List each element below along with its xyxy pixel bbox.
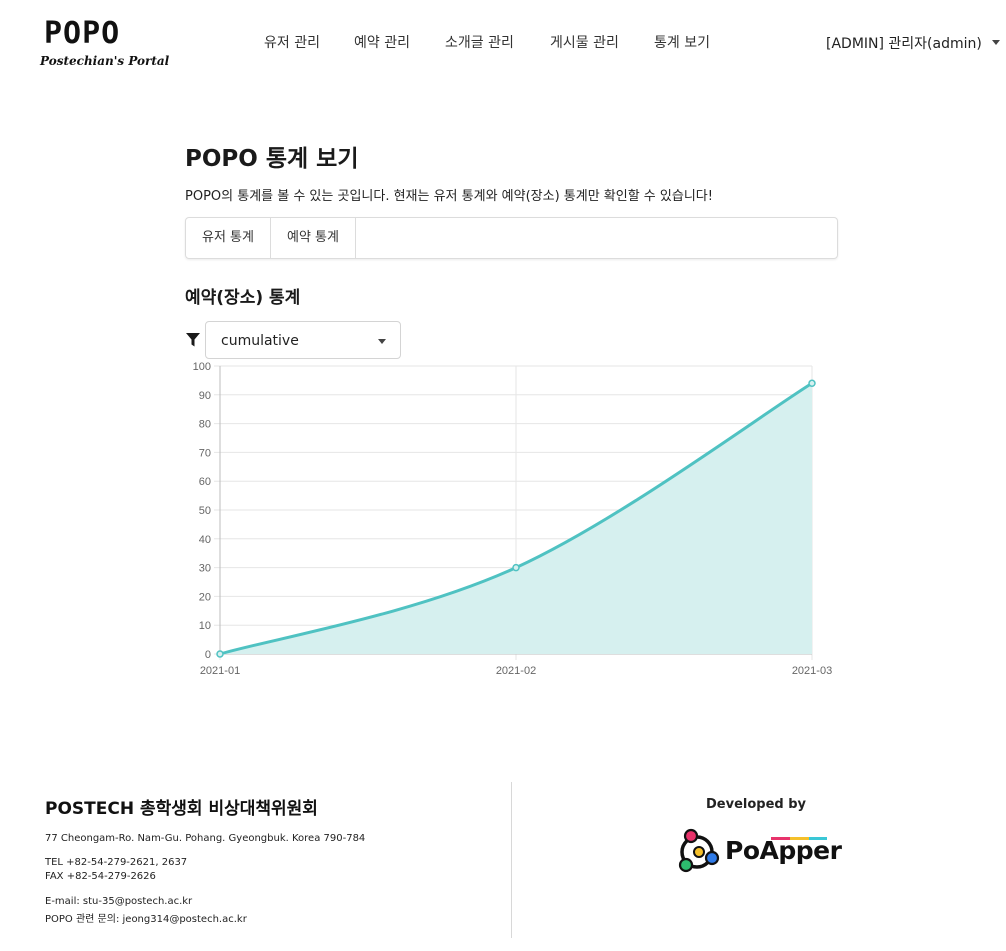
nav-item-statistics[interactable]: 통계 보기: [654, 32, 710, 52]
y-tick-label: 100: [193, 361, 211, 373]
x-tick-label: 2021-02: [496, 665, 536, 677]
footer-tel: TEL +82-54-279-2621, 2637: [45, 857, 188, 868]
y-tick-label: 0: [205, 649, 211, 661]
nav-item-post-management[interactable]: 게시물 관리: [550, 32, 619, 52]
x-tick-label: 2021-01: [200, 665, 240, 677]
y-tick-label: 60: [199, 476, 211, 488]
chevron-down-icon: [991, 39, 1000, 45]
section-title: 예약(장소) 통계: [185, 288, 301, 308]
filter-select-value: cumulative: [221, 333, 299, 349]
footer-address: 77 Cheongam-Ro. Nam-Gu. Pohang. Gyeongbu…: [45, 833, 366, 844]
user-menu-label: [ADMIN] 관리자(admin): [826, 36, 982, 52]
poapper-wordmark[interactable]: PoApper: [725, 836, 842, 865]
tab-user-stats[interactable]: 유저 통계: [186, 218, 271, 258]
stats-tabs: 유저 통계 예약 통계: [185, 217, 838, 259]
footer-divider: [511, 782, 512, 938]
filter-icon: [186, 333, 200, 347]
data-point: [808, 379, 816, 388]
nav-item-reservation-management[interactable]: 예약 관리: [354, 32, 410, 52]
logo-text: POPO: [44, 16, 121, 51]
reservation-chart: 0 10 20 30 40 50 60 70 80 90 100 2021-01 2021-02 2021…: [193, 361, 833, 677]
chevron-down-icon: [378, 339, 386, 344]
footer-fax: FAX +82-54-279-2626: [45, 871, 156, 882]
data-point: [512, 563, 520, 572]
y-tick-label: 90: [199, 390, 211, 402]
y-tick-label: 70: [199, 447, 211, 459]
y-tick-label: 80: [199, 419, 211, 431]
popo-logo[interactable]: POPO Postechian's Portal: [40, 14, 169, 74]
poapper-stripes: [771, 837, 827, 840]
page-title: POPO 통계 보기: [185, 146, 359, 172]
x-tick-label: 2021-03: [792, 665, 832, 677]
y-tick-label: 30: [199, 563, 211, 575]
user-menu[interactable]: [ADMIN] 관리자(admin): [826, 33, 1000, 53]
y-tick-label: 40: [199, 534, 211, 546]
developed-by-label: Developed by: [706, 797, 807, 812]
nav-item-intro-management[interactable]: 소개글 관리: [445, 32, 514, 52]
page-description: POPO의 통계를 볼 수 있는 곳입니다. 현재는 유저 통계와 예약(장소)…: [185, 189, 713, 204]
data-point: [216, 650, 224, 658]
site-header: POPO Postechian's Portal 유저 관리 예약 관리 소개글…: [0, 0, 1006, 90]
logo-subtitle: Postechian's Portal: [40, 54, 170, 68]
footer-contact: POPO 관련 문의: jeong314@postech.ac.kr: [45, 914, 247, 925]
footer-email: E-mail: stu-35@postech.ac.kr: [45, 896, 193, 907]
footer-org-name: POSTECH 총학생회 비상대책위원회: [45, 799, 318, 819]
nav-item-user-management[interactable]: 유저 관리: [264, 32, 320, 52]
tab-reservation-stats[interactable]: 예약 통계: [271, 218, 356, 258]
y-tick-label: 10: [199, 620, 211, 632]
poapper-logo-icon: [678, 828, 720, 873]
y-tick-label: 20: [199, 591, 211, 603]
y-tick-label: 50: [199, 505, 211, 517]
filter-select[interactable]: cumulative: [205, 321, 401, 359]
